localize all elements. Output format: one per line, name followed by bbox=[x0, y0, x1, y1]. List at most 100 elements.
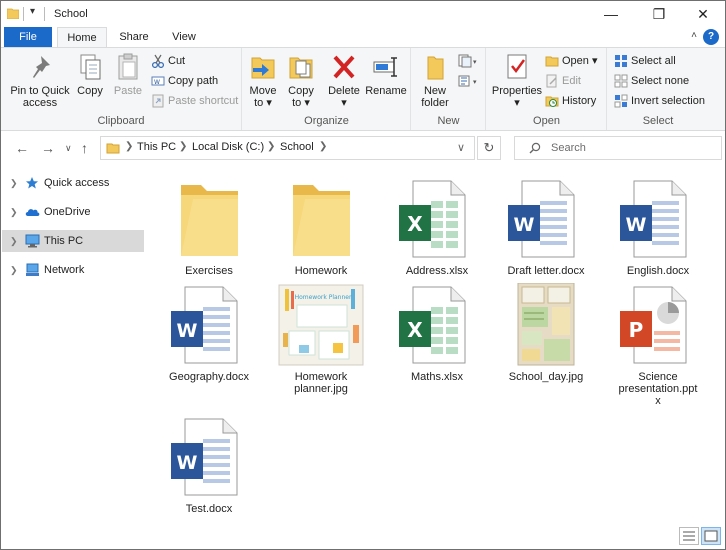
paste-button[interactable]: Paste bbox=[111, 52, 145, 97]
copy-to-button[interactable]: Copy to ▾ bbox=[285, 52, 317, 109]
forward-arrow-icon[interactable]: → bbox=[41, 140, 55, 156]
file-item-science-presentation-pptx[interactable]: P Science presentation.ppt x bbox=[612, 283, 704, 411]
pin-label-line1: Pin to Quick bbox=[10, 85, 70, 97]
edit-button[interactable]: Edit bbox=[545, 72, 581, 90]
file-item-test-docx[interactable]: W Test.docx bbox=[163, 415, 255, 519]
move-to-button[interactable]: Move to ▾ bbox=[247, 52, 279, 109]
invert-selection-label: Invert selection bbox=[631, 95, 705, 107]
nav-item-quick-access[interactable]: ❯ Quick access bbox=[2, 172, 144, 194]
file-item-address-xlsx[interactable]: X Address.xlsx bbox=[391, 177, 483, 281]
nav-item-onedrive[interactable]: ❯ OneDrive bbox=[2, 201, 144, 223]
invert-selection-icon bbox=[614, 94, 628, 108]
cut-button[interactable]: Cut bbox=[151, 52, 185, 70]
address-bar[interactable]: ❯ This PC ❯ Local Disk (C:) ❯ School ❯ ∨ bbox=[100, 136, 475, 160]
paste-label: Paste bbox=[113, 85, 143, 97]
file-item-school-day-jpg[interactable]: School_day.jpg bbox=[500, 283, 592, 387]
tab-view[interactable]: View bbox=[161, 27, 207, 47]
breadcrumb-school[interactable]: School bbox=[280, 141, 314, 153]
file-name: Homework bbox=[294, 371, 348, 383]
expand-chevron-icon[interactable]: ❯ bbox=[10, 201, 18, 223]
breadcrumb-local-disk[interactable]: Local Disk (C:) bbox=[192, 141, 264, 153]
expand-chevron-icon[interactable]: ❯ bbox=[10, 172, 18, 194]
nav-item-network[interactable]: ❯ Network bbox=[2, 259, 144, 281]
file-item-draft-letter-docx[interactable]: W Draft letter.docx bbox=[500, 177, 592, 281]
title-separator bbox=[23, 7, 24, 21]
copy-button[interactable]: Copy bbox=[74, 52, 106, 97]
expand-chevron-icon[interactable]: ❯ bbox=[10, 259, 18, 281]
select-group: Select all Select none Invert selection … bbox=[608, 48, 708, 130]
maximize-button[interactable]: ❐ bbox=[637, 1, 681, 27]
cloud-icon bbox=[25, 209, 40, 216]
edit-icon bbox=[546, 74, 557, 88]
address-dropdown-icon[interactable]: ∨ bbox=[457, 141, 465, 154]
file-item-english-docx[interactable]: W English.docx bbox=[612, 177, 704, 281]
paste-shortcut-button[interactable]: Paste shortcut bbox=[151, 92, 238, 110]
star-icon bbox=[26, 177, 38, 189]
tab-home[interactable]: Home bbox=[57, 27, 107, 48]
easy-access-button[interactable]: ▾ bbox=[458, 72, 481, 90]
details-view-icon[interactable] bbox=[679, 527, 699, 545]
quick-access-toolbar-dropdown[interactable]: ▾ bbox=[30, 6, 35, 17]
title-separator bbox=[44, 7, 45, 21]
invert-selection-button[interactable]: Invert selection bbox=[614, 92, 705, 110]
file-name: Homework bbox=[294, 265, 348, 277]
history-button[interactable]: History bbox=[545, 92, 596, 110]
up-arrow-icon[interactable]: ↑ bbox=[81, 140, 88, 156]
select-none-button[interactable]: Select none bbox=[614, 72, 689, 90]
rename-button[interactable]: Rename bbox=[365, 52, 407, 97]
back-arrow-icon[interactable]: ← bbox=[15, 140, 29, 156]
new-folder-label-line1: New bbox=[423, 85, 446, 97]
minimize-button[interactable]: — bbox=[589, 1, 633, 27]
delete-button[interactable]: Delete ▾ bbox=[327, 52, 361, 109]
folder-icon bbox=[7, 8, 19, 19]
breadcrumb-chevron-icon[interactable]: ❯ bbox=[125, 141, 133, 152]
select-all-button[interactable]: Select all bbox=[614, 52, 676, 70]
file-name: Address.xlsx bbox=[405, 265, 469, 277]
network-icon bbox=[26, 263, 39, 276]
breadcrumb-chevron-icon[interactable]: ❯ bbox=[319, 141, 327, 152]
breadcrumb-chevron-icon[interactable]: ❯ bbox=[179, 141, 187, 152]
refresh-button[interactable]: ↻ bbox=[477, 136, 501, 160]
excel-icon: X bbox=[399, 286, 466, 364]
nav-item-label: This PC bbox=[44, 235, 84, 247]
file-item-maths-xlsx[interactable]: X Maths.xlsx bbox=[391, 283, 483, 387]
search-icon bbox=[529, 142, 541, 154]
breadcrumb-chevron-icon[interactable]: ❯ bbox=[267, 141, 275, 152]
copy-path-button[interactable]: W Copy path bbox=[151, 72, 218, 90]
expand-chevron-icon[interactable]: ❯ bbox=[10, 230, 18, 252]
nav-item-this-pc[interactable]: ❯ This PC bbox=[2, 230, 144, 252]
history-icon bbox=[545, 96, 559, 108]
organize-group: Move to ▾ Copy to ▾ Delete ▾ Rename Orga… bbox=[243, 48, 411, 130]
breadcrumb-this-pc[interactable]: This PC bbox=[137, 141, 176, 153]
svg-text:X: X bbox=[407, 318, 423, 342]
copy-path-label: Copy path bbox=[168, 75, 219, 87]
svg-text:X: X bbox=[407, 212, 423, 236]
pin-label-line2: access bbox=[22, 97, 58, 109]
close-button[interactable]: ✕ bbox=[681, 1, 725, 27]
computer-icon bbox=[25, 234, 40, 248]
new-item-button[interactable]: ▾ bbox=[458, 52, 481, 70]
collapse-ribbon-icon[interactable]: ˄ bbox=[691, 30, 697, 41]
tab-share[interactable]: Share bbox=[111, 27, 157, 47]
word-icon: W bbox=[620, 180, 687, 258]
pin-to-quick-access-button[interactable]: Pin to Quick access bbox=[7, 52, 73, 109]
copy-to-label-line1: Copy bbox=[288, 85, 314, 97]
file-item-homework-folder[interactable]: Homework bbox=[275, 177, 367, 281]
new-folder-icon bbox=[427, 56, 444, 80]
delete-label-line1: Delete bbox=[328, 85, 360, 97]
properties-button[interactable]: Properties ▾ bbox=[491, 52, 543, 109]
open-button[interactable]: Open ▾ bbox=[545, 52, 598, 70]
file-item-exercises[interactable]: Exercises bbox=[163, 177, 255, 281]
search-input[interactable]: Search bbox=[514, 136, 722, 160]
nav-item-label: Quick access bbox=[44, 177, 110, 189]
large-icons-view-icon[interactable] bbox=[701, 527, 721, 545]
new-folder-button[interactable]: New folder bbox=[416, 52, 454, 109]
file-name: Geography.docx bbox=[169, 371, 249, 383]
file-item-homework-planner-jpg[interactable]: Homework Planner Homework planner.jpg bbox=[275, 283, 367, 399]
help-button[interactable]: ? bbox=[703, 29, 719, 45]
select-none-label: Select none bbox=[631, 75, 690, 87]
recent-locations-chevron-icon[interactable]: ∨ bbox=[65, 143, 72, 154]
move-to-label-line1: Move bbox=[249, 85, 277, 97]
file-item-geography-docx[interactable]: W Geography.docx bbox=[163, 283, 255, 387]
tab-file[interactable]: File bbox=[4, 27, 52, 47]
